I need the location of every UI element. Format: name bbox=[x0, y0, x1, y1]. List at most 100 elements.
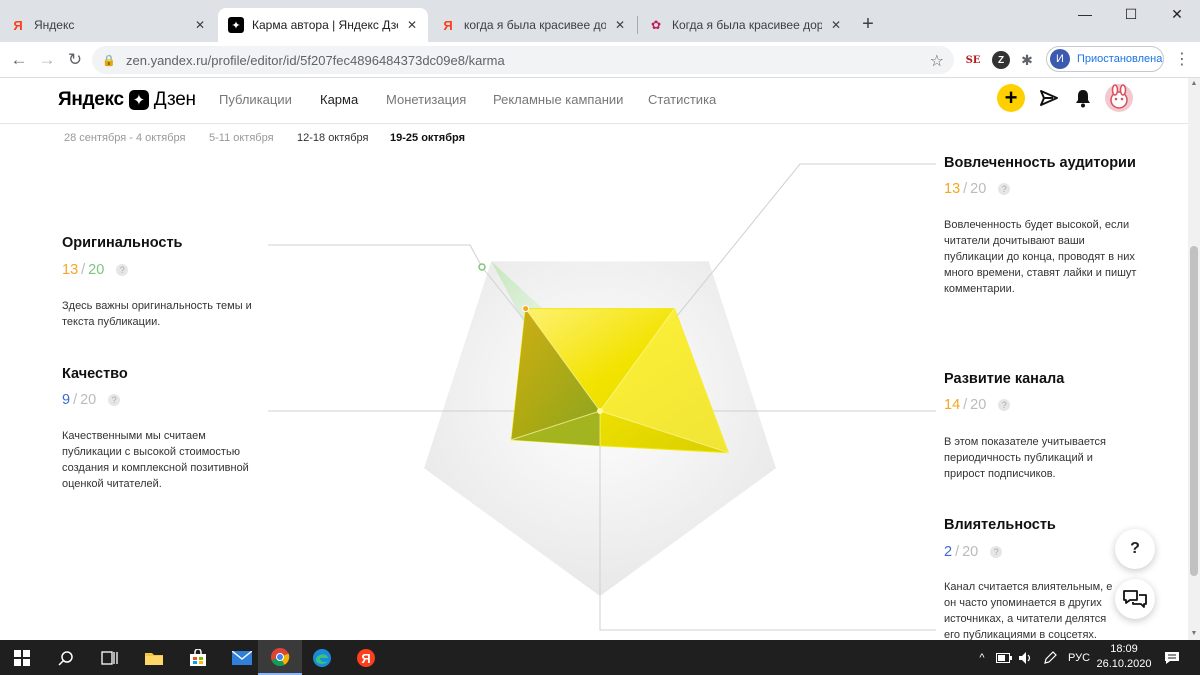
nav-monetization[interactable]: Монетизация bbox=[386, 92, 466, 107]
tab-zen-karma[interactable]: ✦ Карма автора | Яндекс Дзен ✕ bbox=[218, 8, 428, 42]
notifications-icon[interactable] bbox=[1160, 640, 1184, 675]
chrome-taskbar-icon[interactable] bbox=[258, 640, 302, 675]
help-question-icon[interactable]: ? bbox=[998, 399, 1011, 411]
zen-icon: ✦ bbox=[228, 17, 244, 33]
help-question-icon[interactable]: ? bbox=[108, 394, 121, 406]
scrollbar-thumb[interactable] bbox=[1190, 246, 1198, 576]
dorama-icon: ✿ bbox=[650, 18, 662, 32]
browser-toolbar: ← → ↻ 🔒 zen.yandex.ru/profile/editor/id/… bbox=[0, 42, 1200, 78]
score-separator: / bbox=[963, 181, 968, 197]
profile-button[interactable]: И Приостановлена bbox=[1046, 46, 1164, 72]
browser-tab-strip: Я Яндекс ✕ ✦ Карма автора | Яндекс Дзен … bbox=[0, 0, 1200, 42]
close-icon[interactable]: ✕ bbox=[192, 17, 208, 33]
nav-statistics[interactable]: Статистика bbox=[648, 92, 716, 107]
send-icon[interactable] bbox=[1035, 84, 1063, 112]
page-scrollbar[interactable]: ▲ ▼ bbox=[1188, 78, 1200, 640]
originality-title: Оригинальность bbox=[62, 235, 183, 251]
growth-score-value: 14 bbox=[944, 397, 961, 413]
influence-description: Канал считается влиятельным, е он часто … bbox=[944, 581, 1113, 640]
tab-yandex[interactable]: Я Яндекс ✕ bbox=[0, 8, 216, 42]
avatar: И bbox=[1050, 49, 1070, 69]
reload-button[interactable]: ↻ bbox=[62, 47, 88, 73]
engagement-score-value: 13 bbox=[944, 181, 961, 197]
browser-menu-icon[interactable]: ⋮ bbox=[1172, 50, 1192, 70]
yandex-browser-icon[interactable]: Я bbox=[344, 640, 388, 675]
score-total: 20 bbox=[88, 262, 105, 278]
nav-karma[interactable]: Карма bbox=[320, 92, 358, 107]
maximize-button[interactable]: ☐ bbox=[1108, 0, 1154, 28]
close-icon[interactable]: ✕ bbox=[828, 17, 844, 33]
quality-score-value: 9 bbox=[62, 392, 71, 408]
search-icon[interactable] bbox=[44, 640, 88, 675]
help-question-icon[interactable]: ? bbox=[116, 264, 129, 276]
minimize-button[interactable]: — bbox=[1062, 0, 1108, 28]
scroll-down-arrow[interactable]: ▼ bbox=[1188, 628, 1200, 640]
influence-score-value: 2 bbox=[944, 544, 953, 560]
tab-title: Яндекс bbox=[34, 18, 75, 32]
tab-title: когда я была красивее дорама bbox=[464, 18, 606, 32]
battery-icon[interactable] bbox=[994, 640, 1014, 675]
address-bar[interactable]: 🔒 zen.yandex.ru/profile/editor/id/5f207f… bbox=[92, 46, 954, 74]
user-avatar[interactable] bbox=[1105, 84, 1133, 112]
store-icon[interactable] bbox=[176, 640, 220, 675]
profile-status: Приостановлена bbox=[1077, 53, 1163, 65]
bell-icon[interactable] bbox=[1069, 84, 1097, 112]
quality-title: Качество bbox=[62, 366, 128, 382]
extension-z-icon[interactable]: Z bbox=[992, 51, 1010, 69]
lock-icon[interactable]: 🔒 bbox=[102, 53, 116, 67]
originality-leader-line bbox=[268, 244, 483, 268]
pen-icon[interactable] bbox=[1040, 640, 1060, 675]
close-window-button[interactable]: ✕ bbox=[1154, 0, 1200, 28]
feedback-chat-button[interactable] bbox=[1115, 579, 1155, 619]
clock-date: 26.10.2020 bbox=[1096, 658, 1152, 670]
back-button[interactable]: ← bbox=[6, 47, 32, 73]
new-tab-button[interactable]: + bbox=[856, 12, 880, 36]
influence-title: Влиятельность bbox=[944, 517, 1056, 533]
yandex-icon: Я bbox=[13, 17, 23, 33]
growth-title: Развитие канала bbox=[944, 371, 1065, 387]
zen-logo[interactable]: Яндекс ✦ Дзен bbox=[58, 87, 196, 113]
close-icon[interactable]: ✕ bbox=[404, 17, 420, 33]
quality-description: Качественными мы считаем публикации с вы… bbox=[62, 430, 249, 490]
scroll-up-arrow[interactable]: ▲ bbox=[1188, 78, 1200, 90]
forward-button[interactable]: → bbox=[34, 47, 60, 73]
yandex-icon: Я bbox=[443, 17, 453, 33]
engagement-title: Вовлеченность аудитории bbox=[944, 155, 1136, 171]
score-total: 20 bbox=[970, 397, 987, 413]
tray-chevron-icon[interactable]: ^ bbox=[974, 640, 990, 675]
edge-icon[interactable] bbox=[300, 640, 344, 675]
nav-ad-campaigns[interactable]: Рекламные кампании bbox=[493, 92, 623, 107]
tab-title: Когда я была красивее дорама bbox=[672, 18, 822, 32]
svg-text:Я: Я bbox=[361, 651, 370, 666]
karma-page: 28 сентября - 4 октября 5-11 октября 12-… bbox=[0, 124, 1188, 640]
close-icon[interactable]: ✕ bbox=[612, 17, 628, 33]
tab-dorama[interactable]: ✿ Когда я была красивее дорама ✕ bbox=[638, 8, 852, 42]
originality-score-value: 13 bbox=[62, 262, 79, 278]
tab-search-dorama[interactable]: Я когда я была красивее дорама ✕ bbox=[430, 8, 636, 42]
help-question-icon[interactable]: ? bbox=[998, 183, 1011, 195]
logo-text-right: Дзен bbox=[153, 89, 196, 110]
input-language[interactable]: РУС bbox=[1064, 640, 1094, 675]
extension-se-icon[interactable]: SE bbox=[964, 51, 982, 69]
zen-logo-icon: ✦ bbox=[128, 90, 149, 110]
create-plus-button[interactable]: + bbox=[997, 84, 1025, 112]
windows-taskbar: Я ^ РУС 18:09 26.10.2020 bbox=[0, 640, 1200, 675]
volume-icon[interactable] bbox=[1016, 640, 1036, 675]
task-view-icon[interactable] bbox=[88, 640, 132, 675]
file-explorer-icon[interactable] bbox=[132, 640, 176, 675]
score-total: 20 bbox=[962, 544, 979, 560]
help-button[interactable]: ? bbox=[1115, 529, 1155, 569]
quality-score: 9 / 20 ? bbox=[62, 392, 121, 408]
extensions-puzzle-icon[interactable]: ✱ bbox=[1018, 51, 1036, 69]
bookmark-star-icon[interactable]: ☆ bbox=[930, 51, 944, 71]
growth-score: 14 / 20 ? bbox=[944, 397, 1011, 413]
clock[interactable]: 18:09 26.10.2020 bbox=[1092, 642, 1156, 672]
originality-max-point bbox=[478, 263, 486, 271]
help-question-icon[interactable]: ? bbox=[990, 546, 1003, 558]
url-text: zen.yandex.ru/profile/editor/id/5f207fec… bbox=[126, 52, 505, 68]
nav-publications[interactable]: Публикации bbox=[219, 92, 292, 107]
influence-score: 2 / 20 ? bbox=[944, 544, 1003, 560]
windows-start-icon[interactable] bbox=[0, 640, 44, 675]
originality-score: 13 / 20 ? bbox=[62, 262, 129, 278]
originality-description: Здесь важны оригинальность темы и текста… bbox=[62, 300, 252, 328]
